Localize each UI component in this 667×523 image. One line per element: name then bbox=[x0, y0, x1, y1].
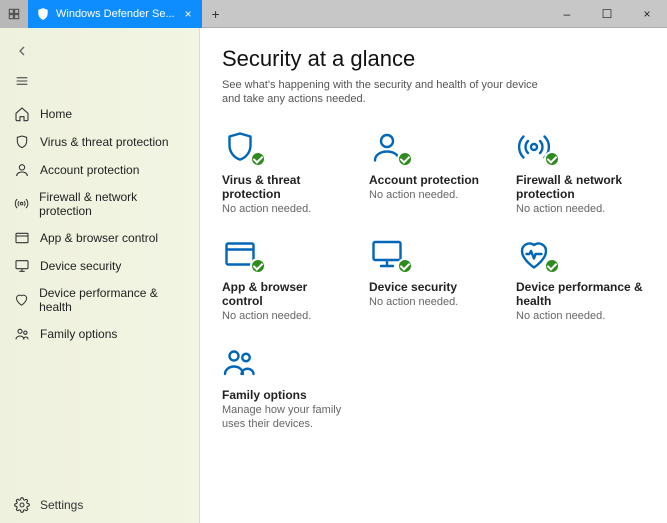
sidebar-item-firewall[interactable]: Firewall & network protection bbox=[0, 184, 199, 224]
hamburger-menu-button[interactable] bbox=[14, 70, 30, 92]
sidebar: Home Virus & threat protection Account p… bbox=[0, 28, 200, 523]
tile-subtitle: No action needed. bbox=[222, 310, 351, 324]
sidebar-item-home[interactable]: Home bbox=[0, 100, 199, 128]
tile-app-browser[interactable]: App & browser control No action needed. bbox=[222, 236, 351, 324]
person-icon bbox=[369, 129, 409, 165]
back-button[interactable] bbox=[14, 40, 30, 62]
sidebar-item-device-security[interactable]: Device security bbox=[0, 252, 199, 280]
antenna-icon bbox=[516, 129, 556, 165]
person-icon bbox=[14, 162, 30, 178]
tab-title: Windows Defender Se... bbox=[56, 8, 175, 20]
sidebar-item-label: Device performance & health bbox=[39, 286, 185, 314]
monitor-icon bbox=[369, 236, 409, 272]
main-content: Security at a glance See what's happenin… bbox=[200, 28, 667, 523]
status-ok-badge bbox=[397, 258, 413, 274]
sidebar-settings[interactable]: Settings bbox=[0, 487, 199, 523]
sidebar-item-app-browser[interactable]: App & browser control bbox=[0, 224, 199, 252]
browser-tab[interactable]: Windows Defender Se... × bbox=[28, 0, 202, 28]
sidebar-item-family-options[interactable]: Family options bbox=[0, 320, 199, 348]
page-subtitle: See what's happening with the security a… bbox=[222, 78, 542, 107]
sidebar-item-label: Family options bbox=[40, 327, 117, 341]
window-maximize-button[interactable]: ☐ bbox=[587, 0, 627, 27]
shield-icon bbox=[222, 129, 262, 165]
tile-title: Firewall & network protection bbox=[516, 173, 645, 201]
tile-subtitle: No action needed. bbox=[516, 203, 645, 217]
monitor-icon bbox=[14, 258, 30, 274]
status-ok-badge bbox=[250, 258, 266, 274]
tab-close-icon[interactable]: × bbox=[185, 7, 192, 21]
titlebar: Windows Defender Se... × + – ☐ × bbox=[0, 0, 667, 28]
tile-title: Family options bbox=[222, 388, 351, 402]
tile-device-performance[interactable]: Device performance & health No action ne… bbox=[516, 236, 645, 324]
status-ok-badge bbox=[544, 258, 560, 274]
people-icon bbox=[222, 344, 262, 380]
window-icon bbox=[222, 236, 262, 272]
tile-subtitle: No action needed. bbox=[516, 310, 645, 324]
people-icon bbox=[14, 326, 30, 342]
tile-title: Device security bbox=[369, 280, 498, 294]
gear-icon bbox=[14, 497, 30, 513]
window-close-button[interactable]: × bbox=[627, 0, 667, 27]
sidebar-item-label: Home bbox=[40, 107, 72, 121]
tile-account-protection[interactable]: Account protection No action needed. bbox=[369, 129, 498, 217]
sidebar-item-label: App & browser control bbox=[40, 231, 158, 245]
tile-firewall[interactable]: Firewall & network protection No action … bbox=[516, 129, 645, 217]
sidebar-item-virus-threat[interactable]: Virus & threat protection bbox=[0, 128, 199, 156]
status-ok-badge bbox=[544, 151, 560, 167]
sidebar-item-label: Account protection bbox=[40, 163, 139, 177]
tile-title: Device performance & health bbox=[516, 280, 645, 308]
window-minimize-button[interactable]: – bbox=[547, 0, 587, 27]
tile-subtitle: No action needed. bbox=[369, 189, 498, 203]
sidebar-item-label: Device security bbox=[40, 259, 121, 273]
tile-subtitle: No action needed. bbox=[369, 296, 498, 310]
shield-icon bbox=[14, 134, 30, 150]
page-title: Security at a glance bbox=[222, 46, 645, 72]
new-tab-button[interactable]: + bbox=[202, 6, 230, 22]
window-icon bbox=[14, 230, 30, 246]
heart-icon bbox=[14, 292, 29, 308]
settings-label: Settings bbox=[40, 498, 83, 512]
tile-family-options[interactable]: Family options Manage how your family us… bbox=[222, 344, 351, 432]
home-icon bbox=[14, 106, 30, 122]
sidebar-item-label: Firewall & network protection bbox=[39, 190, 185, 218]
tile-title: Virus & threat protection bbox=[222, 173, 351, 201]
antenna-icon bbox=[14, 196, 29, 212]
sidebar-item-label: Virus & threat protection bbox=[40, 135, 169, 149]
sidebar-item-device-performance[interactable]: Device performance & health bbox=[0, 280, 199, 320]
app-sys-icon[interactable] bbox=[0, 0, 28, 28]
sidebar-item-account-protection[interactable]: Account protection bbox=[0, 156, 199, 184]
status-ok-badge bbox=[397, 151, 413, 167]
tile-title: App & browser control bbox=[222, 280, 351, 308]
tile-device-security[interactable]: Device security No action needed. bbox=[369, 236, 498, 324]
tile-title: Account protection bbox=[369, 173, 498, 187]
status-ok-badge bbox=[250, 151, 266, 167]
heart-pulse-icon bbox=[516, 236, 556, 272]
tile-subtitle: Manage how your family uses their device… bbox=[222, 404, 351, 432]
shield-icon bbox=[36, 7, 50, 21]
tile-subtitle: No action needed. bbox=[222, 203, 351, 217]
tile-virus-threat[interactable]: Virus & threat protection No action need… bbox=[222, 129, 351, 217]
